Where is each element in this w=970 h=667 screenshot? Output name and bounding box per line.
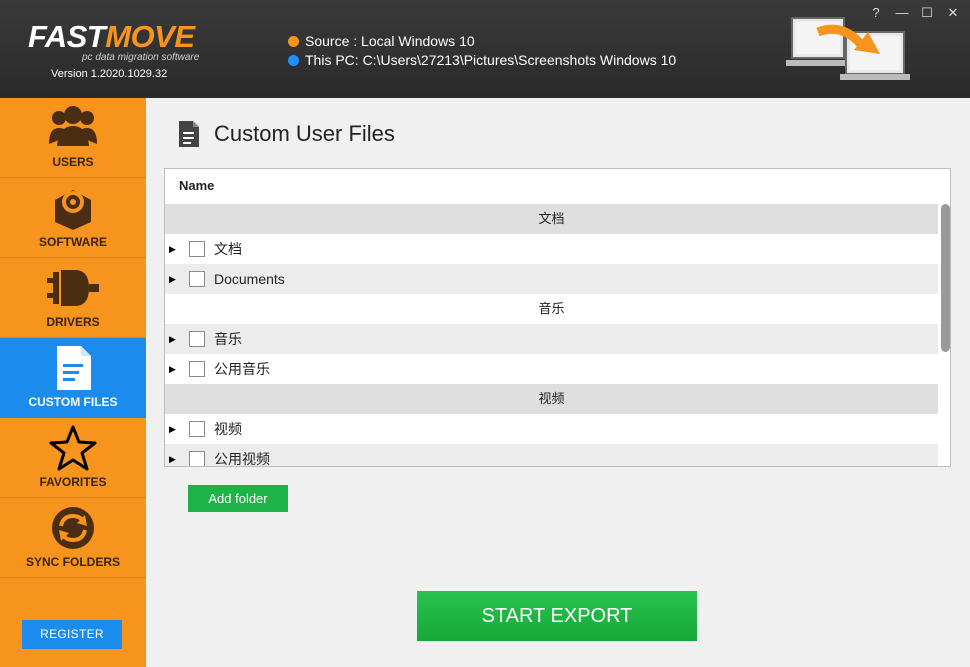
plug-icon — [47, 270, 99, 306]
close-button[interactable]: ✕ — [943, 4, 963, 22]
group-row: 音乐 — [165, 294, 938, 324]
list-item[interactable]: ▶ 公用视频 — [165, 444, 938, 467]
expand-arrow-icon[interactable]: ▶ — [169, 444, 176, 466]
target-row: This PC: C:\Users\27213\Pictures\Screens… — [288, 51, 676, 70]
item-label: 公用音乐 — [214, 361, 270, 377]
source-label: Source : Local Windows 10 — [305, 33, 475, 49]
group-row: 视频 — [165, 384, 938, 414]
pc-transfer-icon — [786, 17, 910, 80]
item-label: 视频 — [214, 421, 242, 437]
list-item[interactable]: ▶ 音乐 — [165, 324, 938, 354]
sync-icon — [52, 507, 94, 549]
item-checkbox[interactable] — [189, 271, 205, 287]
help-button[interactable]: ? — [866, 4, 886, 22]
list-item[interactable]: ▶ 视频 — [165, 414, 938, 444]
add-folder-button[interactable]: Add folder — [188, 485, 288, 512]
app-header: FASTMOVE pc data migration software Vers… — [0, 0, 970, 98]
sidebar-item-software[interactable]: SOFTWARE — [0, 178, 146, 258]
sidebar-item-label: FAVORITES — [39, 475, 107, 489]
sidebar-item-custom-files[interactable]: CUSTOM FILES — [0, 338, 146, 418]
item-checkbox[interactable] — [189, 241, 205, 257]
item-label: Documents — [214, 271, 285, 287]
star-icon — [49, 425, 97, 471]
source-info: Source : Local Windows 10 This PC: C:\Us… — [288, 32, 676, 70]
sidebar-item-label: CUSTOM FILES — [28, 395, 118, 409]
software-icon — [55, 190, 91, 230]
expand-arrow-icon[interactable]: ▶ — [169, 234, 176, 264]
item-checkbox[interactable] — [189, 451, 205, 466]
target-label: This PC: C:\Users\27213\Pictures\Screens… — [305, 52, 677, 68]
minimize-button[interactable]: — — [892, 4, 912, 22]
tagline: pc data migration software — [82, 52, 200, 63]
sidebar-item-label: USERS — [52, 155, 94, 169]
expand-arrow-icon[interactable]: ▶ — [169, 324, 176, 354]
list-item[interactable]: ▶ 文档 — [165, 234, 938, 264]
sidebar-item-drivers[interactable]: DRIVERS — [0, 258, 146, 338]
target-dot-icon — [288, 55, 299, 66]
sidebar: USERS SOFTWARE DRIVERS CUSTOM FILES FAVO… — [0, 98, 146, 667]
item-checkbox[interactable] — [189, 421, 205, 437]
item-checkbox[interactable] — [189, 331, 205, 347]
maximize-button[interactable]: ☐ — [917, 4, 937, 22]
page-title: Custom User Files — [214, 121, 395, 146]
column-header-name[interactable]: Name — [179, 178, 214, 193]
item-checkbox[interactable] — [189, 361, 205, 377]
item-label: 文档 — [214, 241, 242, 257]
sidebar-item-sync-folders[interactable]: SYNC FOLDERS — [0, 498, 146, 578]
group-row: 文档 — [165, 204, 938, 234]
register-button[interactable]: REGISTER — [22, 620, 122, 649]
scrollbar-thumb[interactable] — [941, 204, 950, 352]
sidebar-item-favorites[interactable]: FAVORITES — [0, 418, 146, 498]
source-dot-icon — [288, 36, 299, 47]
app-logo: FASTMOVE — [28, 20, 195, 54]
expand-arrow-icon[interactable]: ▶ — [169, 264, 176, 294]
sidebar-item-label: SOFTWARE — [39, 235, 107, 249]
vertical-scrollbar[interactable] — [939, 204, 950, 466]
file-list: 文档 ▶ 文档 ▶ Documents 音乐 ▶ 音乐 ▶ 公用音乐 视频 ▶ … — [165, 204, 938, 467]
sidebar-item-label: SYNC FOLDERS — [25, 555, 120, 569]
source-row: Source : Local Windows 10 — [288, 32, 676, 51]
list-item[interactable]: ▶ 公用音乐 — [165, 354, 938, 384]
document-icon — [179, 121, 199, 147]
item-label: 音乐 — [214, 331, 242, 347]
sidebar-item-users[interactable]: USERS — [0, 98, 146, 178]
sidebar-item-label: DRIVERS — [46, 315, 100, 329]
users-icon — [49, 106, 97, 146]
item-label: 公用视频 — [214, 451, 270, 467]
main-content: Custom User Files Name 文档 ▶ 文档 ▶ Documen… — [146, 98, 970, 667]
expand-arrow-icon[interactable]: ▶ — [169, 414, 176, 444]
file-icon — [57, 346, 91, 390]
list-item[interactable]: ▶ Documents — [165, 264, 938, 294]
file-list-panel: Name 文档 ▶ 文档 ▶ Documents 音乐 ▶ 音乐 ▶ 公用音乐 … — [164, 168, 951, 467]
logo-move-text: MOVE — [105, 19, 195, 54]
start-export-button[interactable]: START EXPORT — [417, 591, 697, 641]
logo-fast-text: FAST — [28, 19, 106, 54]
version-label: Version 1.2020.1029.32 — [51, 68, 168, 80]
expand-arrow-icon[interactable]: ▶ — [169, 354, 176, 384]
